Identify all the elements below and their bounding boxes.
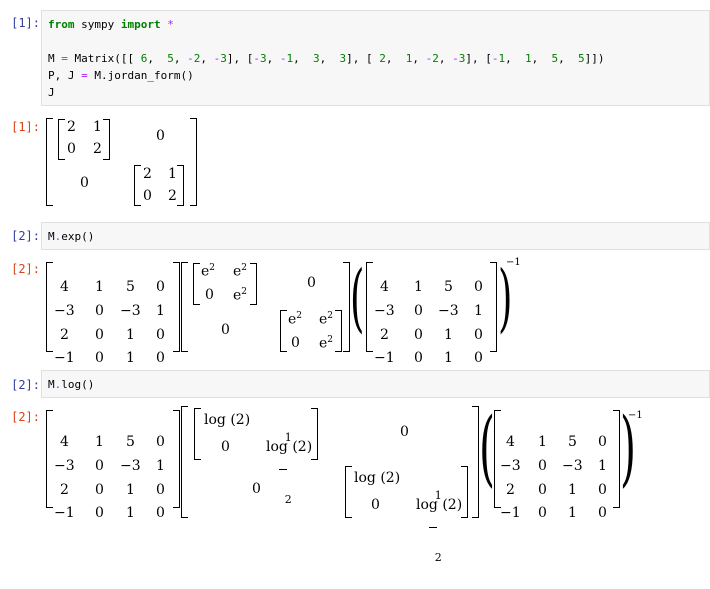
exp-a22: e2 bbox=[233, 287, 248, 304]
log-p-row-4: −1 0 1 0 bbox=[54, 505, 165, 521]
exp-b11: e2 bbox=[288, 311, 303, 328]
exp-inverse-paren-right: ) bbox=[498, 255, 513, 341]
output-prompt-2: [2]: bbox=[11, 262, 40, 276]
log-inverse-sup: −1 bbox=[628, 410, 643, 421]
jordan-b22: 2 bbox=[168, 188, 177, 204]
log-a22: log (2) bbox=[266, 439, 313, 455]
jordan-b11: 2 bbox=[143, 166, 152, 182]
code-cell-2[interactable]: M.exp() bbox=[41, 222, 710, 250]
jordan-a12: 1 bbox=[93, 119, 102, 135]
log-b11: log (2) bbox=[354, 470, 401, 486]
output-prompt-3: [2]: bbox=[11, 410, 40, 424]
jordan-a22: 2 bbox=[93, 141, 102, 157]
log-zero-tr: 0 bbox=[400, 424, 409, 440]
code-editor-2[interactable]: M.exp() bbox=[48, 228, 94, 245]
exp-inverse-sup: −1 bbox=[506, 257, 521, 268]
exp-b22: e2 bbox=[319, 335, 334, 352]
exp-a11: e2 bbox=[201, 263, 216, 280]
input-prompt-1: [1]: bbox=[11, 16, 40, 30]
log-inverse-paren-left: ( bbox=[479, 401, 495, 496]
code-line-4: P, J = M.jordan_form() bbox=[48, 69, 194, 82]
code-line-3: M = Matrix([[ 6, 5, -2, -3], [-3, -1, 3,… bbox=[48, 52, 605, 65]
jordan-a21: 0 bbox=[67, 141, 76, 157]
input-prompt-3: [2]: bbox=[11, 378, 40, 392]
log-b22: log (2) bbox=[416, 497, 463, 513]
log-pinv-row-4: −1 0 1 0 bbox=[500, 505, 607, 521]
output-prompt-1: [1]: bbox=[11, 120, 40, 134]
code-line-log: log() bbox=[61, 378, 95, 391]
input-prompt-2: [2]: bbox=[11, 229, 40, 243]
log-a21: 0 bbox=[221, 439, 230, 455]
jordan-zero-bl: 0 bbox=[80, 175, 89, 191]
code-line-1: from sympy import * bbox=[48, 18, 174, 31]
log-zero-bl: 0 bbox=[252, 481, 261, 497]
jordan-b21: 0 bbox=[143, 188, 152, 204]
exp-b12: e2 bbox=[319, 311, 334, 328]
log-b21: 0 bbox=[371, 497, 380, 513]
exp-zero-tr: 0 bbox=[307, 275, 316, 291]
exp-inverse-paren-left: ( bbox=[350, 255, 365, 341]
exp-b21: 0 bbox=[291, 335, 300, 351]
code-line-exp: exp() bbox=[61, 230, 95, 243]
jordan-b12: 1 bbox=[168, 166, 177, 182]
code-line-5: J bbox=[48, 86, 55, 99]
code-editor-3[interactable]: M.log() bbox=[48, 376, 94, 393]
code-editor-1[interactable]: from sympy import * M = Matrix([[ 6, 5, … bbox=[48, 16, 604, 101]
log-a12-frac: 1 2 bbox=[279, 408, 297, 530]
jordan-zero-tr: 0 bbox=[156, 128, 165, 144]
log-a11: log (2) bbox=[204, 412, 251, 428]
log-b12-frac: 1 2 bbox=[429, 466, 447, 588]
code-cell-1[interactable]: from sympy import * M = Matrix([[ 6, 5, … bbox=[41, 10, 710, 106]
exp-a21: 0 bbox=[205, 287, 214, 303]
exp-a12: e2 bbox=[233, 263, 248, 280]
exp-zero-bl: 0 bbox=[221, 322, 230, 338]
code-cell-3[interactable]: M.log() bbox=[41, 370, 710, 398]
jordan-a11: 2 bbox=[67, 119, 76, 135]
